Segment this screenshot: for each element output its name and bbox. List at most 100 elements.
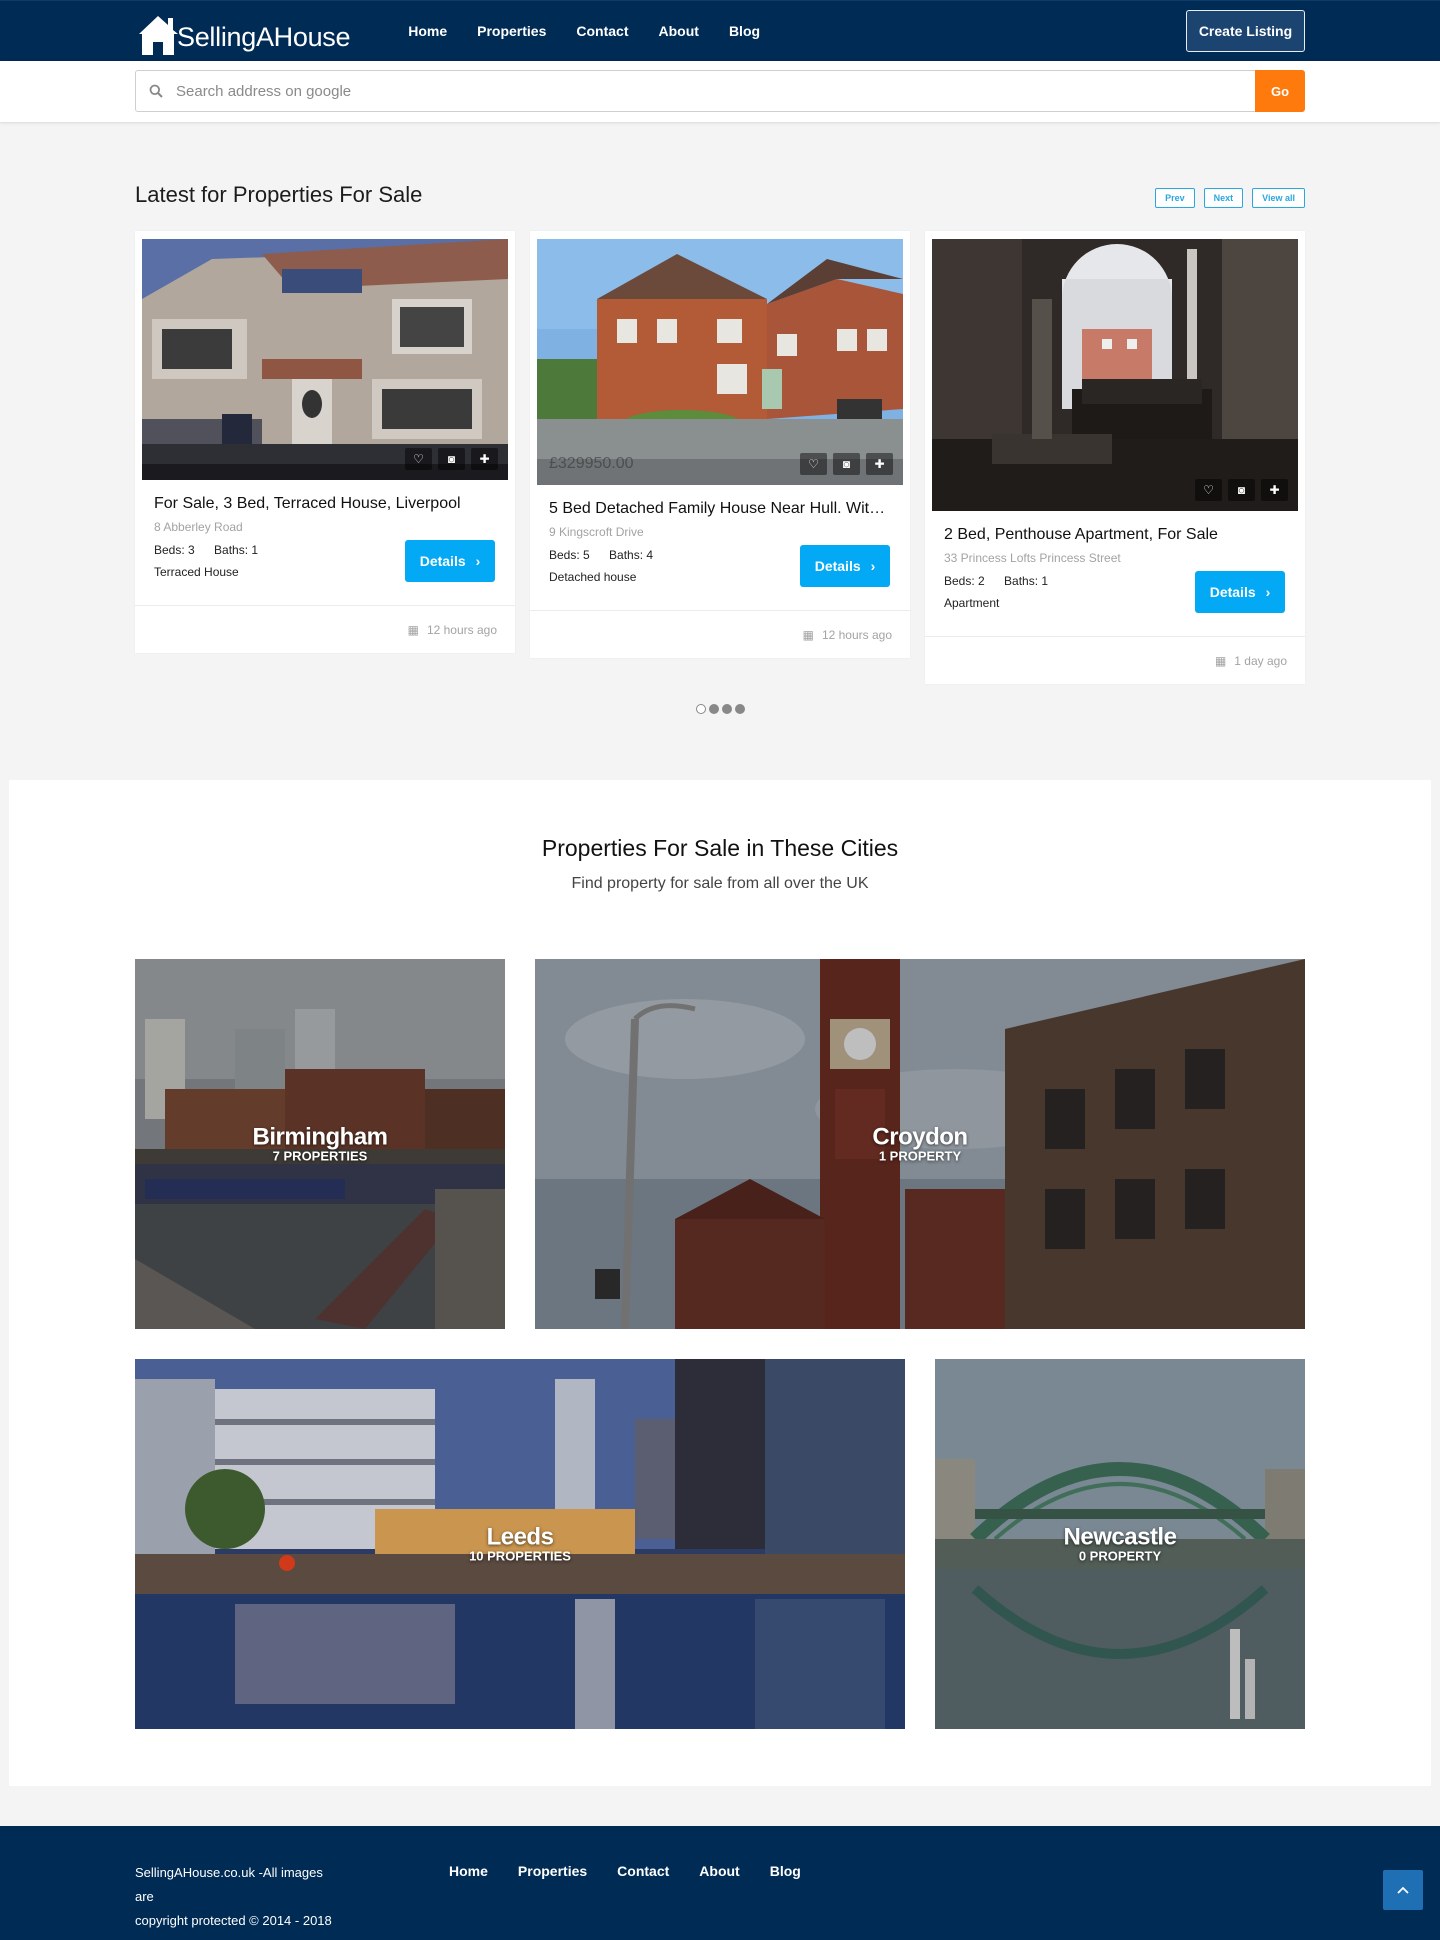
card-footer: ▦ 12 hours ago xyxy=(135,605,515,653)
details-button[interactable]: Details › xyxy=(1195,571,1285,613)
city-grid: Birmingham 7 PROPERTIES Croydon 1 PROPER… xyxy=(135,959,1305,1729)
property-card[interactable]: ♡ ◙ ✚ 2 Bed, Penthouse Apartment, For Sa… xyxy=(925,231,1305,684)
city-property-count: 1 PROPERTY xyxy=(878,1148,962,1164)
property-cards: ♡ ◙ ✚ For Sale, 3 Bed, Terraced House, L… xyxy=(135,231,1305,684)
carousel-dot[interactable] xyxy=(734,704,745,714)
footer-nav: Home Properties Contact About Blog xyxy=(449,1861,831,1933)
copyright-line-1: SellingAHouse.co.uk -All images are xyxy=(135,1865,323,1904)
next-button[interactable]: Next xyxy=(1203,188,1244,208)
property-price: £329950.00 xyxy=(549,455,634,472)
carousel-controls: Prev Next View all xyxy=(1155,188,1305,208)
property-title[interactable]: 5 Bed Detached Family House Near Hull. W… xyxy=(549,500,891,518)
nav-blog[interactable]: Blog xyxy=(729,23,760,39)
search-box xyxy=(135,70,1255,112)
carousel-dot[interactable] xyxy=(721,704,732,714)
main-nav: Home Properties Contact About Blog xyxy=(408,23,790,39)
camera-icon[interactable]: ◙ xyxy=(1228,479,1255,501)
city-name: Leeds xyxy=(486,1523,554,1551)
beds-count: Beds: 5 xyxy=(549,548,590,562)
property-card[interactable]: ♡ ◙ ✚ For Sale, 3 Bed, Terraced House, L… xyxy=(135,231,515,653)
go-button[interactable]: Go xyxy=(1255,70,1305,112)
city-name: Birmingham xyxy=(252,1123,388,1151)
photo-tools: ♡ ◙ ✚ xyxy=(405,448,498,470)
nav-home[interactable]: Home xyxy=(408,23,447,39)
nav-properties[interactable]: Properties xyxy=(477,23,546,39)
plus-icon[interactable]: ✚ xyxy=(1261,479,1288,501)
plus-icon[interactable]: ✚ xyxy=(866,453,893,475)
search-input[interactable] xyxy=(176,82,1255,100)
view-all-button[interactable]: View all xyxy=(1252,188,1305,208)
penthouse-apartment-photo xyxy=(932,239,1298,511)
city-name: Croydon xyxy=(872,1123,968,1151)
beds-count: Beds: 3 xyxy=(154,543,195,557)
cities-title: Properties For Sale in These Cities xyxy=(541,835,899,861)
property-photo[interactable]: £329950.00 ♡ ◙ ✚ xyxy=(537,239,903,485)
beds-count: Beds: 2 xyxy=(944,574,985,588)
chevron-up-icon xyxy=(1397,1886,1409,1894)
card-footer: ▦ 12 hours ago xyxy=(530,610,910,658)
photo-tools: ♡ ◙ ✚ xyxy=(1195,479,1288,501)
chevron-right-icon: › xyxy=(1265,584,1271,600)
chevron-right-icon: › xyxy=(475,553,481,569)
footer-nav-contact[interactable]: Contact xyxy=(617,1863,669,1933)
search-bar: Go xyxy=(0,61,1440,123)
card-body: For Sale, 3 Bed, Terraced House, Liverpo… xyxy=(135,480,515,605)
property-address: 33 Princess Lofts Princess Street xyxy=(944,551,1121,565)
details-label: Details xyxy=(814,558,861,574)
property-card[interactable]: £329950.00 ♡ ◙ ✚ 5 Bed Detached Family H… xyxy=(530,231,910,658)
heart-icon[interactable]: ♡ xyxy=(405,448,432,470)
city-tile-leeds[interactable]: Leeds 10 PROPERTIES xyxy=(135,1359,905,1729)
cities-subtitle: Find property for sale from all over the… xyxy=(571,875,869,892)
nav-about[interactable]: About xyxy=(659,23,699,39)
city-tile-birmingham[interactable]: Birmingham 7 PROPERTIES xyxy=(135,959,505,1329)
heart-icon[interactable]: ♡ xyxy=(1195,479,1222,501)
latest-properties-section: Latest for Properties For Sale Prev Next… xyxy=(0,123,1440,780)
city-tile-newcastle[interactable]: Newcastle 0 PROPERTY xyxy=(935,1359,1305,1729)
footer-nav-about[interactable]: About xyxy=(699,1863,739,1933)
top-navbar: SellingAHouse Home Properties Contact Ab… xyxy=(0,0,1440,61)
copyright-line-2: copyright protected © 2014 - 2018 xyxy=(135,1913,332,1928)
city-property-count: 10 PROPERTIES xyxy=(469,1548,571,1564)
plus-icon[interactable]: ✚ xyxy=(471,448,498,470)
details-button[interactable]: Details › xyxy=(800,545,890,587)
city-property-count: 7 PROPERTIES xyxy=(272,1148,368,1164)
camera-icon[interactable]: ◙ xyxy=(438,448,465,470)
footer-nav-properties[interactable]: Properties xyxy=(518,1863,587,1933)
copyright: SellingAHouse.co.uk -All images are copy… xyxy=(135,1861,345,1933)
city-name: Newcastle xyxy=(1063,1523,1177,1551)
nav-contact[interactable]: Contact xyxy=(576,23,628,39)
calendar-icon: ▦ xyxy=(1214,653,1227,668)
baths-count: Baths: 1 xyxy=(1004,574,1049,588)
camera-icon[interactable]: ◙ xyxy=(833,453,860,475)
details-button[interactable]: Details › xyxy=(405,540,495,582)
posted-time: 12 hours ago xyxy=(821,627,892,642)
footer-nav-home[interactable]: Home xyxy=(449,1863,488,1933)
carousel-dot[interactable] xyxy=(708,704,719,714)
house-logo-icon xyxy=(139,16,178,55)
city-tile-croydon[interactable]: Croydon 1 PROPERTY xyxy=(535,959,1305,1329)
city-label: Birmingham 7 PROPERTIES xyxy=(135,1124,505,1163)
photo-tools: ♡ ◙ ✚ xyxy=(800,453,893,475)
city-property-count: 0 PROPERTY xyxy=(1078,1548,1162,1564)
search-icon xyxy=(136,84,176,98)
scroll-to-top-button[interactable] xyxy=(1383,1870,1423,1910)
create-listing-button[interactable]: Create Listing xyxy=(1186,10,1305,52)
brand-logo[interactable]: SellingAHouse xyxy=(135,5,351,57)
property-address: 9 Kingscroft Drive xyxy=(549,525,644,539)
city-label: Leeds 10 PROPERTIES xyxy=(135,1524,905,1563)
footer-nav-blog[interactable]: Blog xyxy=(770,1863,801,1933)
prev-button[interactable]: Prev xyxy=(1155,188,1195,208)
property-photo[interactable]: ♡ ◙ ✚ xyxy=(932,239,1298,511)
brand-name: SellingAHouse xyxy=(177,22,351,52)
property-title[interactable]: 2 Bed, Penthouse Apartment, For Sale xyxy=(944,526,1286,544)
carousel-dot[interactable] xyxy=(695,704,706,714)
property-photo[interactable]: ♡ ◙ ✚ xyxy=(142,239,508,480)
chevron-right-icon: › xyxy=(870,558,876,574)
property-title[interactable]: For Sale, 3 Bed, Terraced House, Liverpo… xyxy=(154,495,496,513)
city-label: Newcastle 0 PROPERTY xyxy=(935,1524,1305,1563)
terraced-house-photo xyxy=(142,239,508,480)
card-footer: ▦ 1 day ago xyxy=(925,636,1305,684)
baths-count: Baths: 4 xyxy=(609,548,654,562)
heart-icon[interactable]: ♡ xyxy=(800,453,827,475)
latest-title: Latest for Properties For Sale xyxy=(135,182,423,207)
